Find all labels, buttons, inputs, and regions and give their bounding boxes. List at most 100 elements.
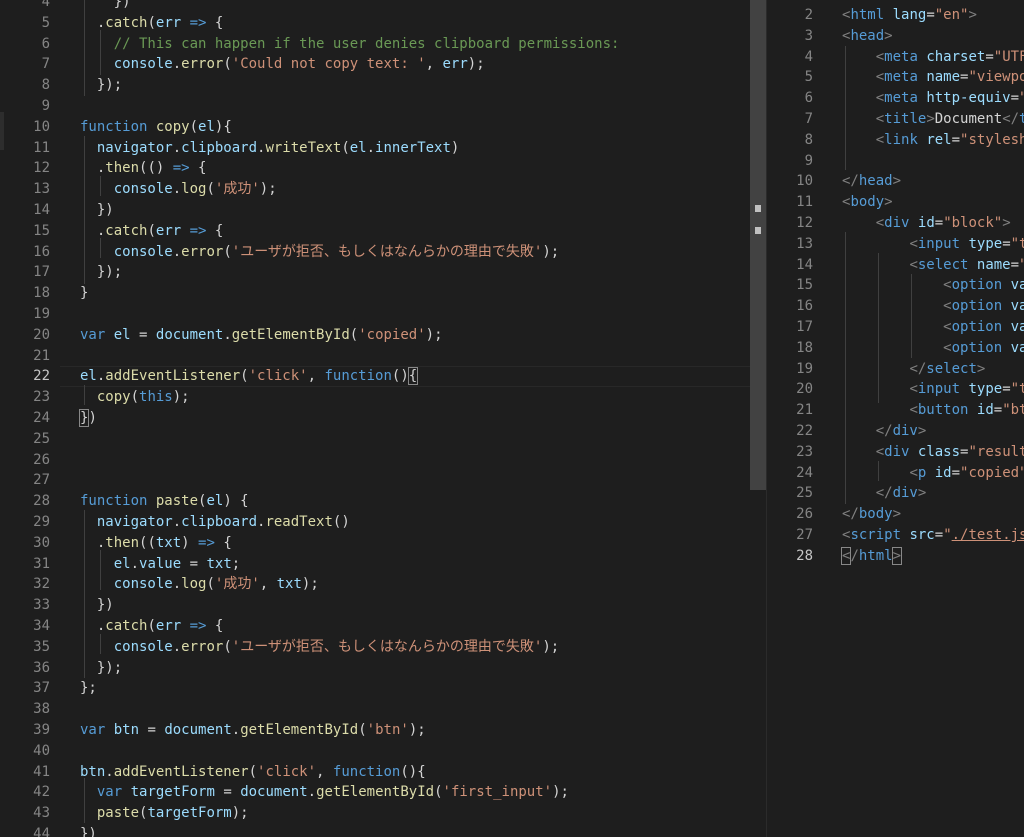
code-line[interactable]: 19 (0, 304, 766, 325)
code-line[interactable]: 28 function paste(el) { (0, 491, 766, 512)
code-text[interactable]: </body> (842, 504, 901, 525)
code-line[interactable]: 4 }) (0, 0, 766, 13)
code-line[interactable]: 8 }); (0, 75, 766, 96)
code-text[interactable]: <script src="./test.js (842, 525, 1024, 546)
code-text[interactable]: .catch(err => { (80, 221, 224, 242)
code-line[interactable]: 10 </head> (767, 171, 1024, 192)
code-text[interactable]: }); (80, 658, 122, 679)
code-line[interactable]: 29 navigator.clipboard.readText() (0, 512, 766, 533)
code-line[interactable]: 24}) (0, 408, 766, 429)
code-line[interactable]: 35 console.error('ユーザが拒否、もしくはなんらかの理由で失敗'… (0, 637, 766, 658)
code-text[interactable]: <select name=" (842, 255, 1024, 276)
code-line[interactable]: 34 .catch(err => { (0, 616, 766, 637)
code-line[interactable]: 6 // This can happen if the user denies … (0, 34, 766, 55)
code-text[interactable]: <button id="bt (842, 400, 1024, 421)
code-line[interactable]: 17 <option va (767, 317, 1024, 338)
code-line[interactable]: 33 }) (0, 595, 766, 616)
code-text[interactable]: <meta http-equiv=" (842, 88, 1024, 109)
code-text[interactable]: var el = document.getElementById('copied… (80, 325, 443, 346)
code-line[interactable]: 39 var btn = document.getElementById('btn… (0, 720, 766, 741)
code-text[interactable]: }; (80, 678, 97, 699)
code-line[interactable]: 31 el.value = txt; (0, 554, 766, 575)
code-text[interactable]: console.error('ユーザが拒否、もしくはなんらかの理由で失敗'); (80, 242, 559, 263)
code-line[interactable]: 24 <p id="copied" (767, 463, 1024, 484)
code-line[interactable]: 20 var el = document.getElementById('copi… (0, 325, 766, 346)
code-line[interactable]: 43 paste(targetForm); (0, 803, 766, 824)
code-text[interactable]: .catch(err => { (80, 13, 224, 34)
code-line[interactable]: 26 (0, 450, 766, 471)
code-line[interactable]: 18 <option va (767, 338, 1024, 359)
scrollbar-thumb[interactable] (750, 0, 766, 490)
code-line[interactable]: 13 console.log('成功'); (0, 179, 766, 200)
code-text[interactable]: console.log('成功', txt); (80, 574, 319, 595)
code-line[interactable]: 16 console.error('ユーザが拒否、もしくはなんらかの理由で失敗'… (0, 242, 766, 263)
code-text[interactable]: <input type="t (842, 234, 1024, 255)
code-line[interactable]: 6 <meta http-equiv=" (767, 88, 1024, 109)
code-text[interactable]: navigator.clipboard.readText() (80, 512, 350, 533)
code-text[interactable]: } (80, 283, 88, 304)
code-line[interactable]: 5 <meta name="viewpo (767, 67, 1024, 88)
code-text[interactable]: <head> (842, 26, 893, 47)
code-line[interactable]: 10 function copy(el){ (0, 117, 766, 138)
code-line[interactable]: 13 <input type="t (767, 234, 1024, 255)
code-line[interactable]: 25 </div> (767, 483, 1024, 504)
code-text[interactable]: }) (80, 595, 114, 616)
code-line[interactable]: 7 console.error('Could not copy text: ',… (0, 54, 766, 75)
code-line[interactable]: 28 </html> (767, 546, 1024, 567)
code-line[interactable]: 4 <meta charset="UTF (767, 47, 1024, 68)
code-text[interactable]: el.value = txt; (80, 554, 240, 575)
code-text[interactable]: <input type="t (842, 379, 1024, 400)
code-line[interactable]: 11 <body> (767, 192, 1024, 213)
code-line[interactable]: 2 <html lang="en"> (767, 5, 1024, 26)
code-line[interactable]: 21 <button id="bt (767, 400, 1024, 421)
code-text[interactable]: console.error('Could not copy text: ', e… (80, 54, 485, 75)
code-line[interactable]: 15 .catch(err => { (0, 221, 766, 242)
code-line[interactable]: 18} (0, 283, 766, 304)
code-text[interactable]: <link rel="stylesh (842, 130, 1024, 151)
code-line[interactable]: 22 el.addEventListener('click', function(… (0, 366, 766, 388)
code-text[interactable]: }) (78, 408, 97, 429)
code-text[interactable]: .then((txt) => { (80, 533, 232, 554)
code-line[interactable]: 44}) (0, 824, 766, 837)
code-line[interactable]: 19 </select> (767, 359, 1024, 380)
code-line[interactable]: 17 }); (0, 262, 766, 283)
code-text[interactable]: var btn = document.getElementById('btn')… (80, 720, 426, 741)
code-text[interactable]: </div> (842, 421, 927, 442)
code-text[interactable]: var targetForm = document.getElementById… (80, 782, 569, 803)
code-line[interactable]: 22 </div> (767, 421, 1024, 442)
code-text[interactable]: console.error('ユーザが拒否、もしくはなんらかの理由で失敗'); (80, 637, 559, 658)
code-line[interactable]: 11 navigator.clipboard.writeText(el.inne… (0, 138, 766, 159)
code-line[interactable]: 40 (0, 741, 766, 762)
code-text[interactable]: copy(this); (80, 387, 190, 408)
code-text[interactable]: <p id="copied" (842, 463, 1024, 484)
code-line[interactable]: 14 }) (0, 200, 766, 221)
code-line[interactable]: 12 <div id="block"> (767, 213, 1024, 234)
code-text[interactable]: el.addEventListener('click', function(){ (80, 366, 419, 387)
editor-pane-left[interactable]: 4 }) 5 .catch(err => {6 // This can happe… (0, 0, 766, 837)
editor-pane-right[interactable]: 2 <html lang="en"> 3 <head> 4 <meta charset=… (767, 0, 1024, 837)
code-line[interactable]: 7 <title>Document</t (767, 109, 1024, 130)
code-text[interactable]: <div id="block"> (842, 213, 1011, 234)
code-text[interactable]: }); (80, 262, 122, 283)
code-line[interactable]: 23 <div class="result (767, 442, 1024, 463)
code-line[interactable]: 23 copy(this); (0, 387, 766, 408)
code-text[interactable]: </head> (842, 171, 901, 192)
code-text[interactable]: </select> (842, 359, 985, 380)
code-text[interactable]: }) (80, 0, 131, 13)
code-text[interactable]: <option va (842, 317, 1024, 338)
code-line[interactable]: 42 var targetForm = document.getElementB… (0, 782, 766, 803)
code-text[interactable]: paste(targetForm); (80, 803, 249, 824)
code-text[interactable]: <div class="result (842, 442, 1024, 463)
code-line[interactable]: 3 <head> (767, 26, 1024, 47)
code-line[interactable]: 9 (767, 151, 1024, 172)
code-line[interactable]: 41 btn.addEventListener('click', function… (0, 762, 766, 783)
code-text[interactable]: function paste(el) { (80, 491, 249, 512)
code-line[interactable]: 5 .catch(err => { (0, 13, 766, 34)
code-line[interactable]: 37}; (0, 678, 766, 699)
code-line[interactable]: 36 }); (0, 658, 766, 679)
code-line[interactable]: 27 (0, 470, 766, 491)
code-text[interactable]: <option va (842, 338, 1024, 359)
code-text[interactable]: // This can happen if the user denies cl… (80, 34, 620, 55)
code-text[interactable]: <option va (842, 275, 1024, 296)
code-text[interactable]: }) (80, 824, 97, 837)
